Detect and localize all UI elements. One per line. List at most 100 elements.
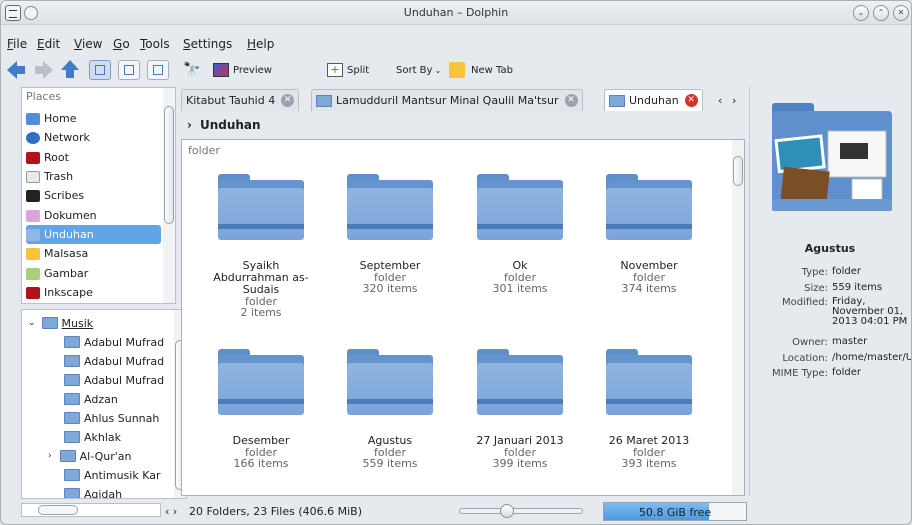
folder-icon	[64, 488, 80, 498]
icons-view-button[interactable]	[89, 60, 111, 80]
place-dokumen[interactable]: Dokumen	[26, 206, 161, 225]
breadcrumb[interactable]: › Unduhan	[181, 114, 745, 136]
compact-view-icon	[124, 65, 134, 75]
details-view-button[interactable]	[147, 60, 169, 80]
maximize-button[interactable]: ⌃	[873, 5, 889, 21]
folder-icon	[609, 94, 625, 107]
up-button[interactable]	[61, 60, 79, 80]
zoom-slider-knob[interactable]	[500, 504, 514, 518]
preview-button[interactable]: Preview	[213, 60, 272, 80]
tree-node[interactable]: Aqidah	[64, 485, 122, 498]
places-scrollbar[interactable]	[163, 88, 175, 303]
folder-item[interactable]: Desember folder 166 items	[206, 349, 316, 469]
title-bar[interactable]: Unduhan – Dolphin ⌄ ⌃ ✕	[1, 1, 911, 25]
folder-item[interactable]: Ok folder 301 items	[465, 174, 575, 294]
tree-node[interactable]: Ahlus Sunnah	[64, 409, 159, 427]
places-header: Places	[26, 90, 61, 103]
menu-tools[interactable]: Tools	[140, 37, 170, 51]
free-space-indicator[interactable]: 50.8 GiB free	[603, 502, 747, 521]
folder-icon	[64, 374, 80, 386]
tab-scroll-right-button[interactable]: ›	[732, 89, 736, 111]
info-mime-row: MIME Type: folder	[771, 367, 862, 380]
menu-view[interactable]: View	[74, 37, 102, 51]
network-icon	[26, 131, 40, 144]
folder-item[interactable]: Syaikh Abdurrahman as-Sudais folder 2 it…	[206, 174, 316, 318]
folder-item[interactable]: November folder 374 items	[594, 174, 704, 294]
chevron-right-icon: ›	[48, 451, 52, 461]
place-network[interactable]: Network	[26, 128, 161, 147]
folder-item[interactable]: 26 Maret 2013 folder 393 items	[594, 349, 704, 469]
free-space-label: 50.8 GiB free	[638, 506, 712, 519]
zoom-slider[interactable]	[459, 504, 583, 518]
split-button[interactable]: + Split	[327, 60, 369, 80]
folder-item[interactable]: 27 Januari 2013 folder 399 items	[465, 349, 575, 469]
folder-icon	[345, 174, 435, 242]
file-view-scrollbar[interactable]	[732, 140, 744, 495]
info-type-row: Type: folder	[801, 266, 862, 279]
tree-node[interactable]: Adabul Mufrad	[64, 333, 164, 351]
breadcrumb-current[interactable]: Unduhan	[200, 118, 261, 132]
tab-bar: Kitabut Tauhid 4 ✕ Lamudduril Mantsur Mi…	[181, 87, 745, 111]
folder-icon	[475, 174, 565, 242]
new-tab-button[interactable]: New Tab	[449, 60, 513, 80]
back-arrow-icon	[7, 61, 17, 79]
places-panel: Places Home Network Root Trash Scribes D…	[21, 87, 176, 304]
tree-node[interactable]: Akhlak	[64, 428, 121, 446]
split-label: Split	[347, 64, 370, 76]
menu-edit[interactable]: Edit	[37, 37, 60, 51]
tab-unduhan[interactable]: Unduhan ✕	[604, 89, 703, 111]
folder-item[interactable]: September folder 320 items	[335, 174, 445, 294]
status-bar: ‹ › 20 Folders, 23 Files (406.6 MiB) 50.…	[1, 499, 911, 524]
scroll-left-icon[interactable]: ‹ ›	[165, 505, 177, 518]
sort-by-button[interactable]: Sort By ⌄	[396, 60, 441, 80]
close-tab-icon[interactable]: ✕	[281, 94, 295, 107]
tab-kitabut-tauhid[interactable]: Kitabut Tauhid 4 ✕	[181, 89, 300, 111]
tree-node[interactable]: Antimusik Kar	[64, 466, 161, 484]
up-arrow-icon	[61, 60, 79, 70]
tab-scroll-left-button[interactable]: ‹	[718, 89, 722, 111]
place-unduhan[interactable]: Unduhan	[26, 225, 161, 244]
sort-by-label: Sort By	[396, 64, 433, 76]
forward-arrow-icon	[43, 61, 53, 79]
find-button[interactable]: 🔭	[183, 60, 200, 80]
folder-icon	[26, 189, 40, 202]
place-home[interactable]: Home	[26, 109, 161, 128]
folder-icon	[345, 349, 435, 417]
home-icon	[26, 112, 40, 125]
menu-help[interactable]: Help	[247, 37, 274, 51]
folder-icon	[64, 469, 80, 481]
preview-icon	[213, 63, 229, 77]
close-button[interactable]: ✕	[893, 5, 909, 21]
tree-node[interactable]: Adabul Mufrad	[64, 352, 164, 370]
group-header: folder	[188, 144, 220, 157]
place-trash[interactable]: Trash	[26, 167, 161, 186]
tree-node[interactable]: Adzan	[64, 390, 118, 408]
file-view-scrollbar-thumb[interactable]	[733, 156, 743, 186]
folder-icon	[64, 393, 80, 405]
menu-file[interactable]: File	[7, 37, 27, 51]
menu-go[interactable]: Go	[113, 37, 130, 51]
folder-icon	[216, 174, 306, 242]
folder-item[interactable]: Agustus folder 559 items	[335, 349, 445, 469]
place-gambar[interactable]: Gambar	[26, 264, 161, 283]
tree-node[interactable]: Adabul Mufrad	[64, 371, 164, 389]
tree-node[interactable]: › Al-Qur'an	[48, 447, 131, 465]
place-inkscape[interactable]: Inkscape	[26, 283, 161, 302]
place-malsasa[interactable]: Malsasa	[26, 244, 161, 263]
place-root[interactable]: Root	[26, 148, 161, 167]
status-summary: 20 Folders, 23 Files (406.6 MiB)	[189, 505, 363, 518]
folder-icon	[604, 349, 694, 417]
compact-view-button[interactable]	[118, 60, 140, 80]
close-tab-icon[interactable]: ✕	[684, 94, 698, 107]
place-scribes[interactable]: Scribes	[26, 186, 161, 205]
folder-icon	[64, 412, 80, 424]
tree-node-musik[interactable]: ⌄ Musik	[28, 314, 93, 332]
forward-button[interactable]	[35, 60, 53, 80]
tab-lamudduril[interactable]: Lamudduril Mantsur Minal Qaulil Ma'tsur …	[311, 89, 583, 111]
menu-settings[interactable]: Settings	[183, 37, 232, 51]
icons-view-icon	[95, 65, 105, 75]
close-tab-icon[interactable]: ✕	[564, 94, 578, 107]
places-scrollbar-thumb[interactable]	[164, 106, 174, 224]
back-button[interactable]	[7, 60, 25, 80]
minimize-button[interactable]: ⌄	[853, 5, 869, 21]
